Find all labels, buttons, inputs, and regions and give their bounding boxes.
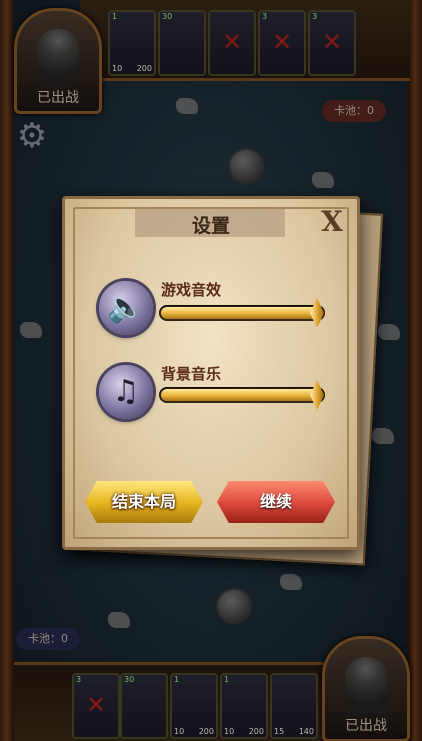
close-button[interactable]: X <box>317 207 347 237</box>
end-game-button-label: 结束本局 <box>111 492 176 511</box>
music-label: 背景音乐 <box>161 365 222 383</box>
music-slider[interactable] <box>159 380 325 410</box>
continue-button[interactable]: 继续 <box>217 481 335 523</box>
speaker-icon: 🔈 <box>99 281 153 335</box>
game-board: 1 10 200 30 ✕ 3 ✕ 3 ✕ 已出战 卡池：0 ⚙ 3 ✕ 30 … <box>0 0 422 741</box>
end-game-button[interactable]: 结束本局 <box>85 481 203 523</box>
settings-dialog: 设置 X 🔈 游戏音效 ♫ 背景音乐 结束本局 继续 <box>62 196 360 550</box>
sfx-slider-fill <box>161 307 318 319</box>
music-slider-fill <box>161 389 318 401</box>
sfx-slider[interactable] <box>159 298 325 328</box>
music-note-icon: ♫ <box>99 365 153 419</box>
sfx-label: 游戏音效 <box>161 281 222 299</box>
dialog-title: 设置 <box>191 215 230 237</box>
